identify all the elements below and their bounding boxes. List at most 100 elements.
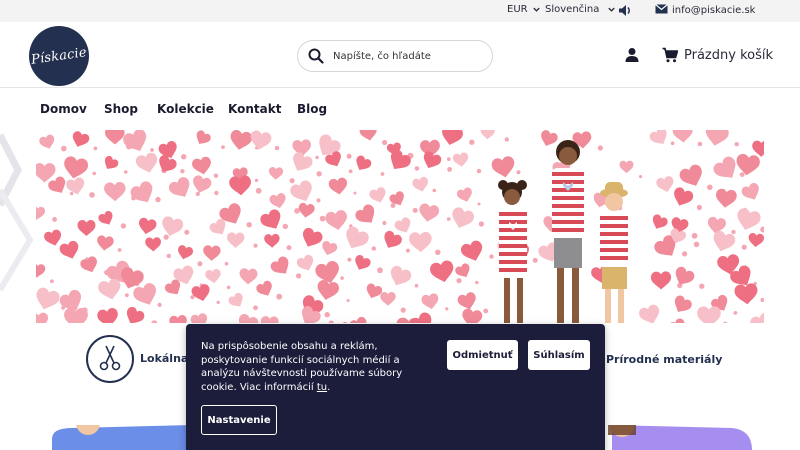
speaker-icon[interactable] <box>618 4 632 17</box>
heart-shape <box>104 181 126 202</box>
mail-icon <box>655 4 668 17</box>
heart-shape <box>97 307 118 323</box>
dot-shape <box>446 217 451 221</box>
dot-shape <box>446 157 451 161</box>
email-link[interactable]: info@piskacie.sk <box>655 4 755 17</box>
accept-button[interactable]: Súhlasím <box>528 340 590 370</box>
dot-shape <box>696 204 703 211</box>
dot-shape <box>475 280 479 285</box>
heart-shape <box>268 166 284 180</box>
heart-shape <box>325 210 347 231</box>
dot-shape <box>157 302 162 307</box>
heart-shape <box>384 230 402 248</box>
dot-shape <box>69 191 74 196</box>
hero-banner[interactable] <box>36 130 764 323</box>
heart-shape <box>369 187 386 203</box>
dot-shape <box>353 191 357 195</box>
heart-shape <box>269 193 286 209</box>
heart-shape <box>227 232 245 248</box>
dot-shape <box>315 155 319 160</box>
dot-shape <box>316 171 322 177</box>
search-icon[interactable] <box>308 48 324 64</box>
heart-shape <box>419 203 440 222</box>
heart-shape <box>229 175 251 196</box>
cart-icon <box>662 47 679 63</box>
dot-shape <box>328 320 334 323</box>
heart-shape <box>203 245 221 261</box>
dot-shape <box>741 244 747 250</box>
dot-shape <box>445 307 449 311</box>
site-header: Pískacie Prázdny košík <box>0 22 800 88</box>
heart-shape <box>679 164 702 186</box>
dot-shape <box>390 203 396 208</box>
dot-shape <box>382 139 388 146</box>
cart-label: Prázdny košík <box>684 47 773 63</box>
dot-shape <box>224 261 229 266</box>
heart-shape <box>322 240 338 256</box>
dot-shape <box>226 285 231 290</box>
heart-shape <box>135 152 158 173</box>
heart-shape <box>355 255 371 270</box>
dot-shape <box>324 312 330 318</box>
search-input[interactable] <box>333 50 483 62</box>
heart-shape <box>672 130 693 143</box>
heart-shape <box>421 293 439 310</box>
model-girl <box>498 180 527 323</box>
heart-shape <box>455 263 470 278</box>
logo[interactable]: Pískacie <box>29 26 89 86</box>
heart-shape <box>675 266 695 285</box>
heart-shape <box>390 265 412 286</box>
language-selector[interactable]: Slovenčina <box>545 4 616 15</box>
heart-shape <box>430 260 454 283</box>
dot-shape <box>117 248 122 252</box>
hearts-pattern <box>36 130 764 323</box>
dot-shape <box>377 267 383 274</box>
dot-shape <box>691 232 698 239</box>
top-bar: EUR Slovenčina info@piskacie.sk <box>0 0 800 22</box>
heart-shape <box>256 280 272 296</box>
dot-shape <box>348 169 353 174</box>
nav-item-blog[interactable]: Blog <box>297 102 327 116</box>
heart-shape <box>748 233 764 248</box>
nav-item-kolekcie[interactable]: Kolekcie <box>157 102 214 116</box>
heart-shape <box>349 316 367 323</box>
dot-shape <box>61 145 67 152</box>
heart-shape <box>652 214 668 229</box>
cookie-more-info-link[interactable]: tu <box>317 382 327 393</box>
search-box <box>297 40 493 72</box>
dot-shape <box>289 178 295 184</box>
decline-button[interactable]: Odmietnuť <box>447 340 518 370</box>
heart-shape <box>80 256 97 273</box>
email-text: info@piskacie.sk <box>672 5 756 16</box>
dot-shape <box>371 246 376 251</box>
dot-shape <box>274 145 280 151</box>
heart-shape <box>423 151 442 169</box>
heart-shape <box>260 209 281 229</box>
heart-shape <box>750 312 764 323</box>
dot-shape <box>760 298 764 302</box>
settings-button[interactable]: Nastavenie <box>201 405 277 435</box>
dot-shape <box>504 137 509 142</box>
dot-shape <box>456 278 462 284</box>
chevron-down-icon <box>607 5 616 14</box>
heart-shape <box>394 217 411 233</box>
cookie-consent-banner: Na prispôsobenie obsahu a reklám, poskyt… <box>186 324 605 450</box>
language-label: Slovenčina <box>545 4 600 15</box>
dot-shape <box>734 142 739 147</box>
heart-shape <box>159 155 177 172</box>
heart-shape <box>145 237 161 252</box>
heart-shape <box>442 130 463 146</box>
nav-item-shop[interactable]: Shop <box>104 102 138 116</box>
dot-shape <box>380 172 385 176</box>
dot-shape <box>255 187 262 194</box>
dot-shape <box>697 141 703 147</box>
nav-item-kontakt[interactable]: Kontakt <box>228 102 281 116</box>
dot-shape <box>316 198 321 203</box>
user-icon[interactable] <box>624 47 640 63</box>
currency-selector[interactable]: EUR <box>507 4 541 15</box>
nav-item-domov[interactable]: Domov <box>40 102 87 116</box>
heart-shape <box>239 268 258 285</box>
cart-button[interactable]: Prázdny košík <box>662 47 773 63</box>
dot-shape <box>92 171 96 176</box>
heart-shape <box>270 256 289 274</box>
